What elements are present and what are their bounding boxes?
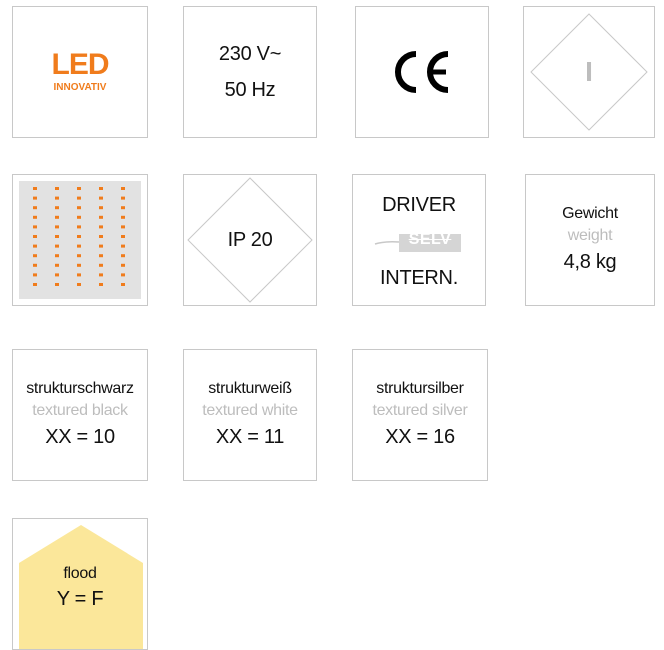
led-dot (33, 283, 37, 286)
led-dot (99, 225, 103, 229)
led-dot (77, 263, 81, 267)
led-dot (55, 215, 59, 219)
led-dot (77, 235, 81, 238)
weight-tile: Gewicht weight 4,8 kg (525, 174, 655, 306)
led-dot (99, 196, 103, 200)
led-dot (99, 235, 103, 238)
led-dot (121, 225, 125, 229)
led-dot (33, 225, 37, 229)
led-dot (77, 283, 81, 286)
finish-code: XX = 16 (385, 426, 455, 448)
frequency-value: 50 Hz (224, 79, 276, 101)
led-dot (33, 206, 37, 210)
led-dot (121, 206, 125, 210)
led-dot (99, 283, 103, 286)
led-dot (55, 244, 59, 248)
weight-label-de: Gewicht (562, 205, 618, 222)
led-grid-tile (12, 174, 148, 306)
led-dot (77, 254, 81, 258)
finish-name-en: textured silver (372, 402, 468, 419)
led-dot (77, 244, 81, 248)
led-dot (77, 206, 81, 210)
led-dot (55, 273, 59, 277)
finish-name-en: textured black (32, 402, 128, 419)
led-dot (55, 263, 59, 267)
led-dot (99, 244, 103, 248)
led-dot (33, 263, 37, 267)
led-logo-text: LED (51, 48, 110, 81)
led-dot (121, 254, 125, 258)
finish-tile-white: strukturweiß textured white XX = 11 (183, 349, 317, 481)
ce-mark-tile: CE (355, 6, 489, 138)
led-dot (55, 225, 59, 229)
led-dot (121, 215, 125, 219)
beam-flood-tile: flood Y = F (12, 518, 148, 650)
led-dot (33, 235, 37, 238)
led-dot (33, 196, 37, 200)
protection-class-symbol: I (585, 56, 593, 87)
ce-mark-icon (395, 51, 449, 93)
led-dot (55, 206, 59, 210)
led-dot (77, 196, 81, 200)
weight-label-en: weight (567, 227, 613, 244)
finish-tile-black: strukturschwarz textured black XX = 10 (12, 349, 148, 481)
led-dot (121, 273, 125, 277)
led-dot (99, 187, 103, 190)
finish-tile-silver: struktursilber textured silver XX = 16 (352, 349, 488, 481)
led-dot (99, 215, 103, 219)
led-dot (77, 273, 81, 277)
finish-name-en: textured white (202, 402, 298, 419)
led-dot (121, 196, 125, 200)
led-dot (55, 196, 59, 200)
led-dot (33, 254, 37, 258)
led-dot (121, 244, 125, 248)
finish-name-de: strukturschwarz (26, 380, 134, 397)
led-dot (121, 235, 125, 238)
protection-class-tile: I (523, 6, 655, 138)
led-dot (77, 225, 81, 229)
led-grid-icon (19, 181, 141, 299)
led-dot (55, 254, 59, 258)
led-dot (55, 235, 59, 238)
voltage-tile: 230 V~ 50 Hz (183, 6, 317, 138)
led-dot (99, 273, 103, 277)
ip-rating-tile: IP 20 (183, 174, 317, 306)
internal-label: INTERN. (380, 267, 458, 289)
driver-label: DRIVER (382, 194, 456, 216)
voltage-value: 230 V~ (218, 43, 282, 65)
led-dot (33, 187, 37, 190)
finish-code: XX = 11 (215, 426, 285, 448)
selv-label: SELV (408, 231, 452, 248)
led-logo-subtext: INNOVATIV (53, 82, 107, 93)
led-dot (77, 187, 81, 190)
driver-tile: DRIVER SELV INTERN. (352, 174, 486, 306)
led-dot (121, 283, 125, 286)
finish-name-de: struktursilber (376, 380, 464, 397)
led-dot (121, 263, 125, 267)
ip-rating-label: IP 20 (227, 229, 273, 251)
weight-value: 4,8 kg (563, 251, 617, 273)
led-dot (99, 206, 103, 210)
led-dot (33, 244, 37, 248)
led-innovativ-logo-tile: LED INNOVATIV (12, 6, 148, 138)
led-dot (99, 254, 103, 258)
led-dot (121, 187, 125, 190)
finish-name-de: strukturweiß (208, 380, 292, 397)
led-dot (55, 283, 59, 286)
led-dot (55, 187, 59, 190)
led-dot (77, 215, 81, 219)
finish-code: XX = 10 (45, 426, 115, 448)
led-dot (99, 263, 103, 267)
led-dot (33, 215, 37, 219)
beam-label: flood (63, 565, 97, 582)
led-dot (33, 273, 37, 277)
beam-code: Y = F (56, 588, 104, 610)
